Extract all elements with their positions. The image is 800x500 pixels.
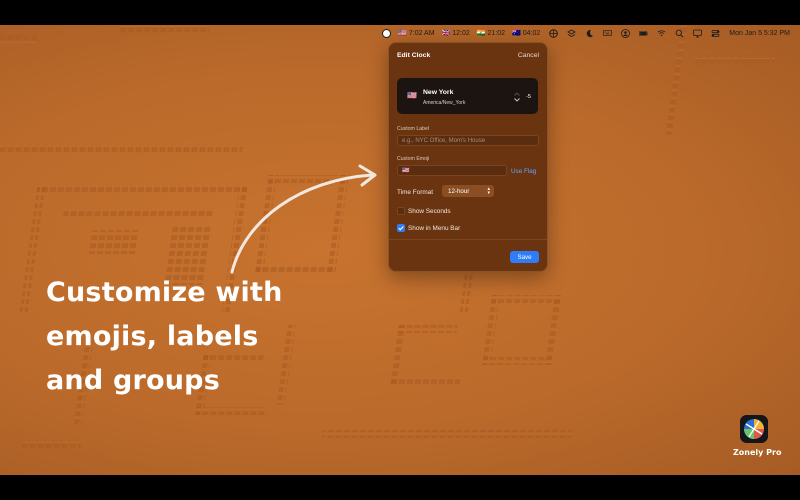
menubar-clock-time: 04:02 — [522, 29, 541, 37]
globe-app-icon[interactable] — [549, 28, 559, 38]
record-icon[interactable] — [382, 28, 392, 38]
menubar-clock-2[interactable]: 🇬🇧 12:02 — [441, 29, 470, 38]
custom-label-heading: Custom Label — [397, 126, 430, 132]
control-center-icon[interactable] — [711, 29, 720, 38]
headline-line-2: emojis, labels — [46, 321, 259, 352]
screen-mirroring-icon[interactable] — [693, 29, 703, 38]
city-card[interactable]: 🇺🇸 New York America/New_York -5 — [397, 78, 538, 114]
use-flag-button[interactable]: Use Flag — [511, 168, 536, 175]
menubar-datetime[interactable]: Mon Jan 5 5:32 PM — [729, 30, 790, 37]
flag-icon: 🇺🇸 — [398, 30, 407, 37]
moon-icon[interactable] — [585, 29, 594, 38]
menubar-clock-3[interactable]: 🇮🇳 21:02 — [476, 29, 506, 38]
menu-bar: 🇺🇸 7:02 AM 🇬🇧 12:02 🇮🇳 21:02 🇦🇺 04:02 Mo… — [0, 25, 800, 41]
cancel-button[interactable]: Cancel — [518, 52, 539, 59]
wifi-icon[interactable] — [657, 29, 666, 38]
app-logo-icon — [740, 415, 768, 443]
curved-arrow — [230, 164, 377, 274]
panel-title: Edit Clock — [397, 52, 431, 59]
show-seconds-label: Show Seconds — [408, 208, 451, 215]
menubar-clock-time: 21:02 — [487, 29, 506, 37]
custom-label-input[interactable]: e.g., NYC Office, Mom's House — [397, 135, 539, 146]
show-seconds-checkbox[interactable] — [397, 207, 405, 215]
user-icon[interactable] — [621, 28, 631, 38]
chevron-up-down-icon: ▴ ▾ — [487, 186, 490, 196]
show-in-menu-bar-checkbox[interactable] — [397, 224, 405, 232]
show-in-menu-bar-label: Show in Menu Bar — [408, 225, 461, 232]
time-format-label: Time Format — [397, 189, 433, 196]
flag-icon: 🇬🇧 — [441, 30, 451, 37]
screenshot: 🇺🇸 7:02 AM 🇬🇧 12:02 🇮🇳 21:02 🇦🇺 04:02 Mo… — [0, 0, 800, 500]
menubar-clock-time: 12:02 — [452, 29, 470, 37]
save-button[interactable]: Save — [510, 251, 539, 263]
menubar-clock-time: 7:02 AM — [408, 29, 435, 37]
keyboard-icon[interactable] — [603, 29, 613, 38]
city-offset: -5 — [526, 94, 531, 100]
time-format-value: 12-hour — [448, 187, 470, 195]
search-icon[interactable] — [675, 29, 684, 38]
offset-stepper-icon[interactable] — [513, 91, 521, 103]
flag-icon: 🇦🇺 — [512, 30, 521, 37]
custom-emoji-heading: Custom Emoji — [397, 156, 430, 162]
edit-clock-panel: Edit Clock Cancel 🇺🇸 New York America/Ne… — [388, 42, 548, 272]
flag-icon: 🇮🇳 — [476, 30, 486, 37]
city-timezone: America/New_York — [423, 100, 466, 106]
menubar-clock-4[interactable]: 🇦🇺 04:02 — [512, 29, 541, 38]
layers-icon[interactable] — [567, 28, 577, 38]
headline-line-1: Customize with — [46, 277, 283, 308]
menubar-clock-1[interactable]: 🇺🇸 7:02 AM — [398, 29, 435, 38]
checkmark-icon — [398, 226, 404, 231]
battery-icon[interactable] — [639, 29, 649, 38]
flag-icon: 🇺🇸 — [407, 91, 417, 100]
panel-divider — [389, 239, 547, 240]
app-name: Zonely Pro — [733, 448, 782, 457]
time-format-select[interactable]: 12-hour ▴ ▾ — [442, 185, 494, 197]
custom-emoji-input[interactable]: 🇺🇸 — [397, 165, 507, 176]
city-name: New York — [423, 89, 454, 96]
headline-line-3: and groups — [46, 365, 220, 396]
